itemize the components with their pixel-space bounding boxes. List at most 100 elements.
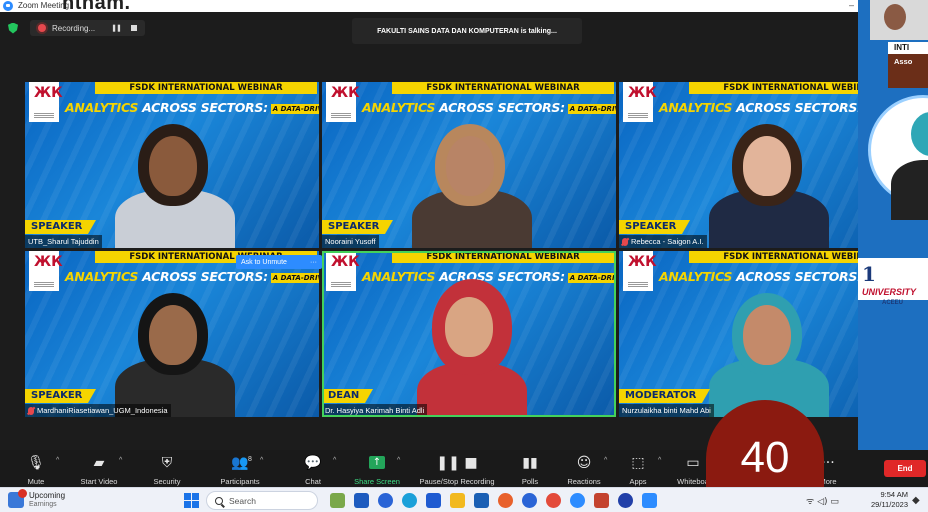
video-tile[interactable]: ЖК FSDK INTERNATIONAL WEBINAR ANALYTICS …: [322, 82, 616, 248]
webinar-headline: ANALYTICS ACROSS SECTORS:A DATA-DRIVEN J…: [65, 269, 319, 284]
firefox-icon[interactable]: [498, 493, 513, 508]
news-subtitle: Earnings: [29, 501, 57, 508]
ask-to-unmute-pill[interactable]: Ask to Unmute ···: [236, 255, 322, 269]
reactions-icon: ☺: [576, 455, 592, 471]
news-title: Upcoming: [29, 491, 66, 500]
store-icon[interactable]: [426, 493, 441, 508]
system-tray-icons[interactable]: ᯤ ◁) ▭: [806, 494, 839, 507]
participant-name-text: Rebecca - Saigon A.I.: [631, 237, 704, 246]
chevron-up-icon[interactable]: ^: [56, 457, 59, 464]
notifications-icon[interactable]: ◆: [912, 495, 920, 506]
participant-name: UTB_Sharul Tajuddin: [25, 235, 102, 248]
university-crest-icon: ЖК: [326, 251, 360, 291]
security-button[interactable]: ⛨ Security: [137, 454, 197, 486]
pause-stop-recording-button[interactable]: ❚❚ ■ Pause/Stop Recording: [419, 454, 494, 486]
taskbar-app-icon[interactable]: [354, 493, 369, 508]
control-label: Participants: [220, 477, 260, 486]
apps-button[interactable]: ⬚ ^ Apps: [608, 454, 668, 486]
video-tile[interactable]: ЖК FSDK INTERNATIONAL WEBINAR ANALYTICS …: [25, 82, 319, 248]
side-portrait: [868, 95, 928, 220]
more-options-icon[interactable]: ···: [310, 259, 317, 266]
zoom-logo-icon: [3, 1, 13, 11]
muted-mic-icon: [622, 237, 628, 246]
polls-icon: ▮▮: [522, 455, 538, 471]
windows-taskbar: Upcoming Earnings Search ᯤ ◁) ▭ 9:54 AM …: [0, 487, 928, 512]
edge-icon[interactable]: [402, 493, 417, 508]
recording-indicator[interactable]: Recording... ❚❚: [30, 20, 145, 36]
participant-face: [445, 297, 493, 357]
end-meeting-button[interactable]: End: [884, 460, 926, 477]
encryption-shield-icon[interactable]: [8, 22, 18, 34]
role-label: MODERATOR: [619, 389, 711, 403]
taskbar-app-icon[interactable]: [642, 493, 657, 508]
taskbar-search[interactable]: Search: [206, 491, 318, 510]
control-label: Reactions: [567, 477, 601, 486]
ask-to-unmute-label[interactable]: Ask to Unmute: [241, 259, 287, 266]
polls-button[interactable]: ▮▮ Polls: [500, 454, 560, 486]
clock-date: 29/11/2023: [871, 500, 908, 509]
share-screen-button[interactable]: ↑ ^ Share Screen: [347, 454, 407, 486]
side-panel: INTI Asso 1UNIVERSITY ACEEU: [858, 0, 928, 487]
participant-name: MardhaniRiasetiawan_UGM_Indonesia: [25, 404, 171, 417]
university-crest-icon: ЖК: [29, 251, 63, 291]
taskbar-clock[interactable]: 9:54 AM 29/11/2023: [862, 490, 908, 510]
minimize-button[interactable]: –: [849, 0, 854, 10]
participant-name: Nurzulaikha binti Mahd Abi: [619, 404, 714, 417]
taskbar-app-icon[interactable]: [378, 493, 393, 508]
news-widget[interactable]: Upcoming Earnings: [8, 489, 66, 509]
pause-recording-icon[interactable]: ❚❚: [111, 24, 122, 32]
role-label: SPEAKER: [25, 389, 97, 403]
start-video-button[interactable]: ▰ ^ Start Video: [69, 454, 129, 486]
university-crest-icon: ЖК: [623, 82, 657, 122]
chrome-icon[interactable]: [546, 493, 561, 508]
video-tile[interactable]: ЖК FSDK INTERNATIONAL WEBINAR ANALYTICS …: [322, 251, 616, 417]
participants-button[interactable]: 👥 8 ^ Participants: [210, 454, 270, 486]
chevron-up-icon[interactable]: ^: [658, 457, 661, 464]
chevron-up-icon[interactable]: ^: [397, 457, 400, 464]
participants-icon: 👥: [231, 455, 249, 471]
participant-face: [743, 305, 791, 365]
university-crest-icon: ЖК: [326, 82, 360, 122]
participant-face: [446, 136, 494, 196]
control-label: Start Video: [80, 477, 118, 486]
media-player-icon[interactable]: [618, 493, 633, 508]
participant-count: 8: [248, 456, 252, 463]
role-label: SPEAKER: [25, 220, 97, 234]
mail-icon[interactable]: [474, 493, 489, 508]
file-explorer-icon[interactable]: [450, 493, 465, 508]
chevron-up-icon[interactable]: ^: [260, 457, 263, 464]
participant-face: [149, 136, 197, 196]
stop-recording-icon[interactable]: [130, 25, 137, 31]
active-speaker-banner: FAKULTI SAINS DATA DAN KOMPUTERAN is tal…: [352, 18, 582, 44]
mute-button[interactable]: 🎙 ^ Mute: [6, 454, 66, 486]
share-screen-icon: ↑: [369, 456, 385, 469]
univ-number: 1: [862, 262, 876, 286]
side-photo: [870, 0, 928, 40]
zoom-taskbar-icon[interactable]: [570, 493, 585, 508]
taskbar-app-icon[interactable]: [522, 493, 537, 508]
chevron-up-icon[interactable]: ^: [119, 457, 122, 464]
taskbar-app-icon[interactable]: [330, 493, 345, 508]
video-tile[interactable]: ЖК FSDK INTERNATIONAL WEBINAR ANALYTICS …: [25, 251, 319, 417]
participant-name-text: MardhaniRiasetiawan_UGM_Indonesia: [37, 406, 168, 415]
windows-start-icon[interactable]: [184, 493, 199, 508]
participant-name-text: UTB_Sharul Tajuddin: [28, 237, 99, 246]
reactions-button[interactable]: ☺ ^ Reactions: [554, 454, 614, 486]
powerpoint-icon[interactable]: [594, 493, 609, 508]
clock-time: 9:54 AM: [880, 490, 908, 499]
participant-name: Dr. Hasyiya Karimah Binti Adli: [322, 404, 428, 417]
shield-icon: ⛨: [161, 455, 173, 471]
aceeu-label: ACEEU: [882, 300, 904, 306]
univ-text: UNIVERSITY: [862, 287, 917, 297]
recording-label: Recording...: [52, 23, 96, 33]
chat-icon: 💬: [304, 455, 322, 471]
news-widget-icon: [8, 489, 27, 508]
chat-button[interactable]: 💬 ^ Chat: [283, 454, 343, 486]
search-icon: [215, 496, 223, 505]
webinar-banner: FSDK INTERNATIONAL WEBINAR: [392, 82, 614, 94]
chevron-up-icon[interactable]: ^: [604, 457, 607, 464]
record-dot-icon: [38, 24, 46, 32]
webinar-headline: ANALYTICS ACROSS SECTORS:A DATA-DRIVEN J…: [65, 100, 319, 115]
chevron-up-icon[interactable]: ^: [333, 457, 336, 464]
participant-face: [743, 136, 791, 196]
